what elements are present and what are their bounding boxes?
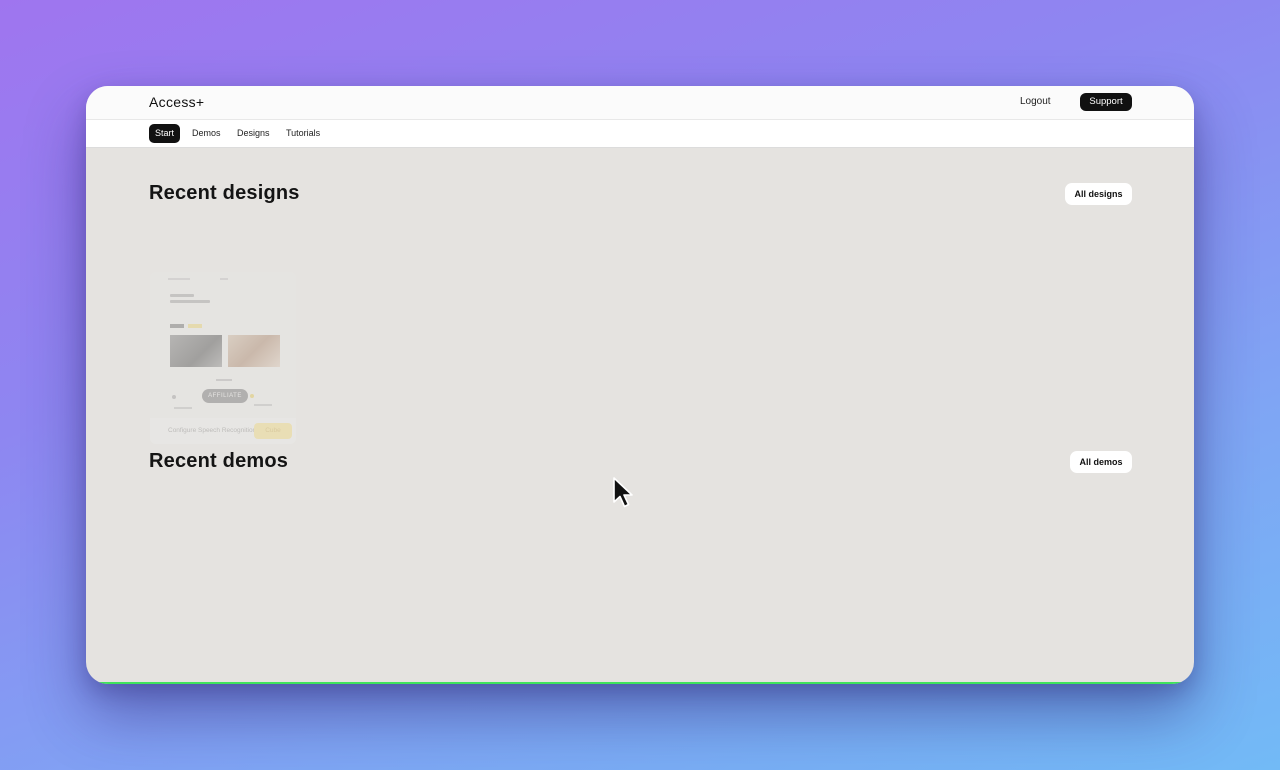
card-footer-text: Configure Speech Recognition bbox=[168, 427, 257, 434]
recent-demos-title: Recent demos bbox=[149, 450, 289, 472]
card-text-line bbox=[174, 407, 192, 409]
card-bullet bbox=[172, 395, 176, 399]
main-content: Recent designs All designs AFFILIATE Con… bbox=[86, 148, 1194, 684]
recent-designs-title: Recent designs bbox=[149, 182, 300, 204]
card-tag bbox=[170, 324, 184, 328]
card-bullet bbox=[250, 394, 254, 398]
progress-line bbox=[86, 682, 1194, 684]
card-footer-button[interactable]: Cube bbox=[254, 423, 292, 439]
card-title-line bbox=[170, 300, 210, 303]
brand-logo[interactable]: Access+ bbox=[149, 94, 204, 110]
card-caption-line bbox=[216, 379, 232, 381]
card-badge: AFFILIATE bbox=[202, 389, 248, 403]
support-button[interactable]: Support bbox=[1080, 93, 1132, 111]
mouse-pointer-icon bbox=[613, 477, 633, 508]
card-title-line bbox=[170, 294, 194, 297]
nav-tab-tutorials[interactable]: Tutorials bbox=[280, 124, 326, 143]
card-image bbox=[170, 335, 222, 367]
nav-tab-start[interactable]: Start bbox=[149, 124, 181, 143]
card-footer: Configure Speech Recognition Cube bbox=[150, 418, 296, 444]
design-card[interactable]: AFFILIATE Configure Speech Recognition C… bbox=[150, 272, 296, 444]
card-text-line bbox=[254, 404, 272, 406]
nav-tab-demos[interactable]: Demos bbox=[186, 124, 227, 143]
card-image bbox=[228, 335, 280, 367]
all-designs-button[interactable]: All designs bbox=[1065, 183, 1132, 205]
logout-link[interactable]: Logout bbox=[1020, 96, 1051, 107]
card-tag bbox=[188, 324, 202, 328]
card-header-line bbox=[168, 278, 190, 280]
app-window: Access+ Logout Support Start Demos Desig… bbox=[86, 86, 1194, 684]
all-demos-button[interactable]: All demos bbox=[1070, 451, 1132, 473]
card-header-line bbox=[220, 278, 228, 280]
main-nav: Start Demos Designs Tutorials bbox=[86, 120, 1194, 148]
nav-tab-designs[interactable]: Designs bbox=[231, 124, 276, 143]
top-bar: Access+ Logout Support bbox=[86, 86, 1194, 120]
